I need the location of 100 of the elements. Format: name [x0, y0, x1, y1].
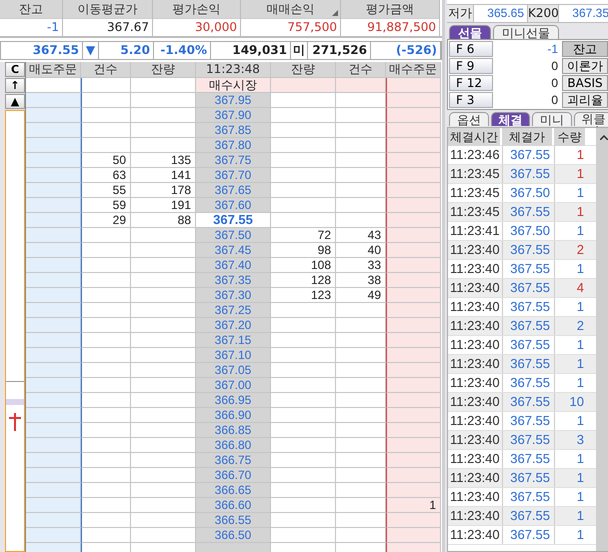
price-level[interactable]: 367.75 [196, 153, 271, 168]
tab[interactable]: 위클 [574, 112, 608, 126]
price-level[interactable]: 367.95 [196, 93, 271, 108]
buy-order-cell[interactable] [386, 393, 441, 408]
sell-order-cell[interactable] [26, 228, 81, 243]
side-button[interactable]: ↑ [5, 78, 25, 93]
scrollbar[interactable] [596, 128, 608, 551]
price-level[interactable]: 366.50 [196, 528, 271, 543]
price-level[interactable]: 367.55 [196, 213, 271, 228]
buy-order-cell[interactable] [386, 423, 441, 438]
price-level[interactable]: 367.35 [196, 273, 271, 288]
sell-order-cell[interactable] [26, 468, 81, 483]
tab[interactable]: 미니선물 [493, 25, 559, 39]
buy-order-cell[interactable] [386, 273, 441, 288]
price-level[interactable]: 366.55 [196, 513, 271, 528]
price-level[interactable]: 367.25 [196, 303, 271, 318]
price-level[interactable]: 367.65 [196, 183, 271, 198]
price-level[interactable]: 366.80 [196, 438, 271, 453]
price-level[interactable]: 367.10 [196, 348, 271, 363]
sell-order-cell[interactable] [26, 213, 81, 228]
buy-order-cell[interactable] [386, 258, 441, 273]
sell-order-cell[interactable] [26, 168, 81, 183]
buy-order-cell[interactable]: 1 [386, 498, 441, 513]
sell-order-cell[interactable] [26, 318, 81, 333]
price-level[interactable]: 366.85 [196, 423, 271, 438]
sell-order-cell[interactable] [26, 453, 81, 468]
sell-order-cell[interactable] [26, 513, 81, 528]
view-button[interactable]: 이론가 [562, 58, 608, 74]
sell-order-cell[interactable] [26, 528, 81, 543]
price-level[interactable]: 367.85 [196, 123, 271, 138]
buy-order-cell[interactable] [386, 108, 441, 123]
price-level[interactable]: 367.20 [196, 318, 271, 333]
sell-order-cell[interactable] [26, 288, 81, 303]
sell-order-cell[interactable] [26, 423, 81, 438]
buy-order-cell[interactable] [386, 93, 441, 108]
scroll-up-icon[interactable] [600, 135, 608, 140]
contract-button[interactable]: F 3 [449, 92, 493, 108]
buy-order-cell[interactable] [386, 363, 441, 378]
price-level[interactable]: 367.50 [196, 228, 271, 243]
view-button[interactable]: BASIS [562, 75, 608, 91]
sell-order-cell[interactable] [26, 273, 81, 288]
price-level[interactable]: 367.70 [196, 168, 271, 183]
sell-order-cell[interactable] [26, 258, 81, 273]
contract-button[interactable]: F 6 [449, 41, 493, 57]
buy-order-cell[interactable] [386, 138, 441, 153]
sell-order-cell[interactable] [26, 483, 81, 498]
price-level[interactable]: 367.05 [196, 363, 271, 378]
sell-order-cell[interactable] [26, 138, 81, 153]
buy-order-cell[interactable] [386, 348, 441, 363]
buy-order-cell[interactable] [386, 303, 441, 318]
buy-order-cell[interactable] [386, 228, 441, 243]
price-level[interactable]: 367.40 [196, 258, 271, 273]
sell-order-cell[interactable] [26, 498, 81, 513]
buy-order-cell[interactable] [386, 483, 441, 498]
sell-order-cell[interactable] [26, 303, 81, 318]
table-cell[interactable] [386, 78, 441, 93]
buy-order-cell[interactable] [386, 168, 441, 183]
sell-order-cell[interactable] [26, 198, 81, 213]
price-level[interactable]: 366.70 [196, 468, 271, 483]
buy-order-cell[interactable] [386, 453, 441, 468]
buy-order-cell[interactable] [386, 153, 441, 168]
market-order-label[interactable]: 매수시장 [196, 78, 271, 93]
buy-order-cell[interactable] [386, 288, 441, 303]
price-level[interactable]: 367.60 [196, 198, 271, 213]
sell-order-cell[interactable] [26, 93, 81, 108]
sell-order-cell[interactable] [26, 408, 81, 423]
buy-order-cell[interactable] [386, 243, 441, 258]
price-level[interactable]: 366.60 [196, 498, 271, 513]
sell-order-cell[interactable] [26, 363, 81, 378]
sell-order-cell[interactable] [26, 153, 81, 168]
buy-order-cell[interactable] [386, 183, 441, 198]
tab[interactable]: 선물 [449, 25, 491, 39]
contract-button[interactable]: F 9 [449, 58, 493, 74]
price-level[interactable]: 366.65 [196, 483, 271, 498]
price-level[interactable]: 367.00 [196, 378, 271, 393]
buy-order-cell[interactable] [386, 123, 441, 138]
buy-order-cell[interactable] [386, 408, 441, 423]
tab[interactable]: 옵션 [449, 112, 488, 126]
sell-order-cell[interactable] [26, 438, 81, 453]
price-level[interactable]: 367.30 [196, 288, 271, 303]
price-level[interactable]: 366.95 [196, 393, 271, 408]
contract-button[interactable]: F 12 [449, 75, 493, 91]
side-button[interactable]: ▲ [5, 94, 25, 109]
buy-order-cell[interactable] [386, 333, 441, 348]
price-level[interactable]: 367.80 [196, 138, 271, 153]
price-level[interactable]: 367.45 [196, 243, 271, 258]
buy-order-cell[interactable] [386, 378, 441, 393]
sell-order-cell[interactable] [26, 393, 81, 408]
side-button[interactable]: C [5, 62, 25, 77]
view-button[interactable]: 괴리율 [562, 92, 608, 108]
sell-order-cell[interactable] [26, 348, 81, 363]
sell-order-cell[interactable] [26, 108, 81, 123]
sell-order-cell[interactable] [26, 123, 81, 138]
sell-order-cell[interactable] [26, 378, 81, 393]
sell-order-cell[interactable] [26, 183, 81, 198]
buy-order-cell[interactable] [386, 198, 441, 213]
buy-order-cell[interactable] [386, 513, 441, 528]
price-level[interactable]: 366.90 [196, 408, 271, 423]
price-level[interactable]: 367.15 [196, 333, 271, 348]
tab[interactable]: 미니 [532, 112, 572, 126]
